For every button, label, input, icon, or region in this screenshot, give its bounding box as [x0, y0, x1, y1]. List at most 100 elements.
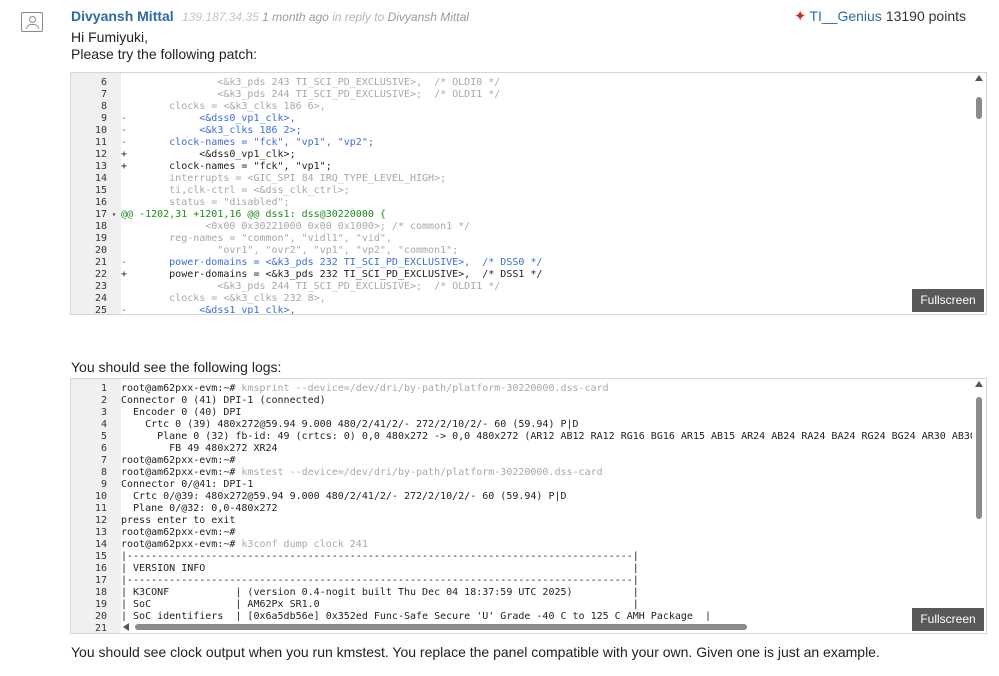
- line-text: root@am62pxx-evm:~# kmstest --device=/de…: [121, 467, 603, 478]
- line-number: 6: [100, 443, 107, 454]
- line-number: 10: [94, 125, 107, 136]
- line-number: 19: [94, 599, 107, 610]
- fullscreen-button[interactable]: Fullscreen: [912, 608, 984, 631]
- code-line: 9 Connector 0/@41: DPI-1: [71, 479, 972, 491]
- code-line: 7 root@am62pxx-evm:~#: [71, 455, 972, 467]
- scroll-up-icon[interactable]: [975, 75, 983, 81]
- line-text: - <&k3_clks 186 2>;: [121, 125, 302, 136]
- author-name-link[interactable]: Divyansh Mittal: [71, 8, 174, 24]
- code-block-patch[interactable]: 6 <&k3_pds 243 TI_SCI_PD_EXCLUSIVE>, /* …: [70, 72, 987, 315]
- line-number: 10: [94, 491, 107, 502]
- line-number: 8: [100, 467, 107, 478]
- line-text: | VERSION INFO |: [121, 563, 639, 574]
- closing-text: You should see clock output when you run…: [71, 644, 880, 660]
- line-text: - clock-names = "fck", "vp1", "vp2";: [121, 137, 374, 148]
- code-line: 9 - <&dss0_vp1_clk>,: [71, 113, 972, 125]
- ti-logo-icon: ✦: [793, 8, 807, 25]
- fold-chevron-icon[interactable]: ▾: [107, 209, 121, 221]
- code-line: 18 <0x00 0x30221000 0x00 0x1000>; /* com…: [71, 221, 972, 233]
- code-line: 19 reg-names = "common", "vidl1", "vid",: [71, 233, 972, 245]
- code-line: 18 | K3CONF | (version 0.4-nogit built Th…: [71, 587, 972, 599]
- code-line: 24 clocks = <&k3_clks 232 8>,: [71, 293, 972, 305]
- line-number: 12: [94, 515, 107, 526]
- line-number: 11: [94, 503, 107, 514]
- line-number: 6: [100, 77, 107, 88]
- code-line: 25 - <&dss1_vp1_clk>,: [71, 305, 972, 315]
- code-line: 12 press enter to exit: [71, 515, 972, 527]
- line-number: 15: [94, 551, 107, 562]
- code-line: 23 <&k3_pds 244 TI_SCI_PD_EXCLUSIVE>; /*…: [71, 281, 972, 293]
- scroll-up-icon[interactable]: [975, 381, 983, 387]
- code-line: 7 <&k3_pds 244 TI_SCI_PD_EXCLUSIVE>; /* …: [71, 89, 972, 101]
- line-number: 20: [94, 611, 107, 622]
- line-number: 13: [94, 161, 107, 172]
- line-number: 7: [100, 455, 107, 466]
- horizontal-scrollbar[interactable]: [121, 621, 972, 633]
- code-block-logs[interactable]: 1 root@am62pxx-evm:~# kmsprint --device=/…: [70, 378, 987, 634]
- line-number: 9: [100, 113, 107, 124]
- code-line: 13 root@am62pxx-evm:~#: [71, 527, 972, 539]
- line-text: + clock-names = "fck", "vp1";: [121, 161, 332, 172]
- line-number: 1: [100, 383, 107, 394]
- line-text: reg-names = "common", "vidl1", "vid",: [121, 233, 392, 244]
- line-number: 25: [94, 305, 107, 315]
- rank-name-link[interactable]: TI__Genius: [809, 8, 881, 24]
- post-time[interactable]: 1 month ago: [262, 10, 329, 24]
- user-avatar-icon[interactable]: [21, 12, 43, 32]
- code-line: 15 ti,clk-ctrl = <&dss_clk_ctrl>;: [71, 185, 972, 197]
- line-text: Crtc 0 (39) 480x272@59.94 9.000 480/2/41…: [121, 419, 579, 430]
- line-text: - <&dss0_vp1_clk>,: [121, 113, 296, 124]
- code-line: 5 Plane 0 (32) fb-id: 49 (crtcs: 0) 0,0 …: [71, 431, 976, 443]
- line-number: 12: [94, 149, 107, 160]
- code-line: 6 <&k3_pds 243 TI_SCI_PD_EXCLUSIVE>, /* …: [71, 77, 972, 89]
- fullscreen-button[interactable]: Fullscreen: [912, 289, 984, 312]
- line-number: 23: [94, 281, 107, 292]
- code-line: 21 - power-domains = <&k3_pds 232 TI_SCI_…: [71, 257, 972, 269]
- line-number: 19: [94, 233, 107, 244]
- line-number: 2: [100, 395, 107, 406]
- code-lines: 1 root@am62pxx-evm:~# kmsprint --device=/…: [71, 383, 976, 633]
- reply-to-link[interactable]: Divyansh Mittal: [388, 10, 469, 24]
- code-line: 22 + power-domains = <&k3_pds 232 TI_SCI_…: [71, 269, 972, 281]
- line-number: 7: [100, 89, 107, 100]
- line-number: 5: [100, 431, 107, 442]
- line-number: 9: [100, 479, 107, 490]
- line-number: 3: [100, 407, 107, 418]
- rank-points: 13190 points: [885, 8, 966, 24]
- scroll-left-icon[interactable]: [123, 623, 129, 631]
- line-text: |---------------------------------------…: [121, 551, 639, 562]
- line-text: "ovr1", "ovr2", "vp1", "vp2", "common1";: [121, 245, 459, 256]
- line-number: 24: [94, 293, 107, 304]
- line-text: + <&dss0_vp1_clk>;: [121, 149, 296, 160]
- line-number: 17: [94, 575, 107, 586]
- line-text: ti,clk-ctrl = <&dss_clk_ctrl>;: [121, 185, 350, 196]
- line-text: |---------------------------------------…: [121, 575, 639, 586]
- scroll-thumb[interactable]: [976, 397, 982, 519]
- avatar-body: [26, 24, 39, 29]
- in-reply-to-label: in reply to: [332, 10, 385, 24]
- line-text: Crtc 0/@39: 480x272@59.94 9.000 480/2/41…: [121, 491, 567, 502]
- line-number: 15: [94, 185, 107, 196]
- code-line: 19 | SoC | AM62Px SR1.0 |: [71, 599, 972, 611]
- code-line: 6 FB 49 480x272 XR24: [71, 443, 972, 455]
- vertical-scrollbar[interactable]: [972, 73, 986, 314]
- code-line: 11 Plane 0/@32: 0,0-480x272: [71, 503, 972, 515]
- line-text: + power-domains = <&k3_pds 232 TI_SCI_PD…: [121, 269, 543, 280]
- code-lines: 6 <&k3_pds 243 TI_SCI_PD_EXCLUSIVE>, /* …: [71, 77, 972, 315]
- line-text: | K3CONF | (version 0.4-nogit built Thu …: [121, 587, 639, 598]
- author-ip: 139.187.34.35: [182, 10, 259, 24]
- line-text: <&k3_pds 244 TI_SCI_PD_EXCLUSIVE>; /* OL…: [121, 89, 501, 100]
- code-line: 14 interrupts = <GIC_SPI 84 IRQ_TYPE_LEV…: [71, 173, 972, 185]
- code-line: 8 root@am62pxx-evm:~# kmstest --device=/d…: [71, 467, 972, 479]
- code-line: 10 - <&k3_clks 186 2>;: [71, 125, 972, 137]
- intro-text: Please try the following patch:: [71, 46, 257, 62]
- code-line: 3 Encoder 0 (40) DPI: [71, 407, 972, 419]
- code-line: 17 |-------------------------------------…: [71, 575, 972, 587]
- line-text: <0x00 0x30221000 0x00 0x1000>; /* common…: [121, 221, 471, 232]
- code-line: 12 + <&dss0_vp1_clk>;: [71, 149, 972, 161]
- line-number: 16: [94, 563, 107, 574]
- greeting-text: Hi Fumiyuki,: [71, 29, 149, 45]
- scroll-thumb[interactable]: [976, 97, 982, 119]
- vertical-scrollbar[interactable]: [972, 379, 986, 633]
- scroll-thumb[interactable]: [135, 624, 747, 630]
